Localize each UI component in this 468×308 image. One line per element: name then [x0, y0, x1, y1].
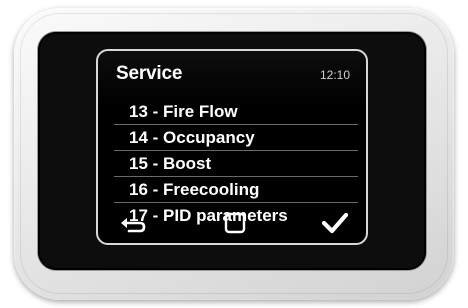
back-button[interactable] [118, 211, 148, 235]
clock-time: 12:10 [319, 68, 350, 82]
menu-item-occupancy[interactable]: 14 - Occupancy [114, 125, 358, 151]
home-button[interactable] [220, 211, 250, 235]
square-home-icon [224, 212, 246, 234]
menu-item-boost[interactable]: 15 - Boost [114, 151, 358, 177]
screen-footer [98, 207, 366, 237]
screen-header: Service 12:10 [98, 51, 366, 85]
page-title: Service [116, 63, 183, 84]
menu-item-freecooling[interactable]: 16 - Freecooling [114, 177, 358, 203]
confirm-button[interactable] [320, 211, 350, 235]
menu-item-fire-flow[interactable]: 13 - Fire Flow [114, 99, 358, 125]
menu-item-label: 14 - Occupancy [129, 128, 255, 147]
menu-item-label: 16 - Freecooling [129, 180, 260, 199]
back-arrow-icon [121, 218, 146, 233]
checkmark-icon [321, 212, 349, 234]
menu-item-label: 15 - Boost [129, 154, 212, 173]
menu-item-label: 13 - Fire Flow [129, 102, 238, 121]
display-screen: Service 12:10 13 - Fire Flow 14 - Occupa… [96, 49, 368, 245]
